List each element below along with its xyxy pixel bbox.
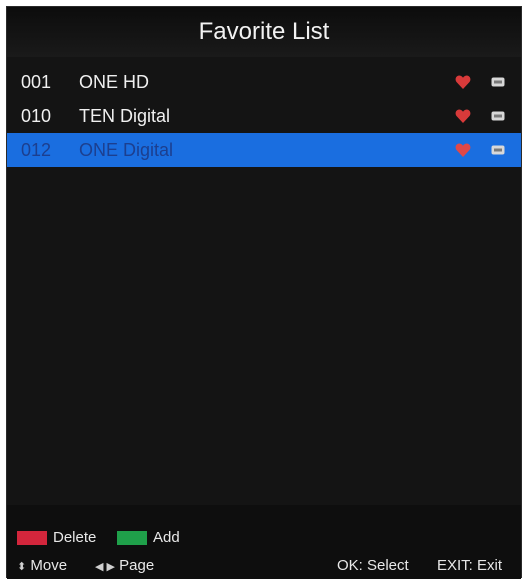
favorite-heart-icon xyxy=(455,109,471,123)
channel-number: 001 xyxy=(21,72,52,92)
favorite-heart-icon xyxy=(455,75,471,89)
left-right-arrows-icon: ◀ ▶ xyxy=(95,561,115,573)
ok-hint: OK: Select xyxy=(337,557,409,574)
channel-row-selected[interactable]: 012 ONE Digital xyxy=(7,133,521,167)
lock-icon xyxy=(491,145,505,155)
channel-name: ONE HD xyxy=(79,72,150,92)
exit-hint: EXIT: Exit xyxy=(437,557,503,574)
add-legend[interactable]: Add xyxy=(117,529,180,547)
delete-legend[interactable]: Delete xyxy=(17,529,96,547)
channel-name: ONE Digital xyxy=(79,140,174,160)
up-down-arrows-icon: ⬍ xyxy=(17,561,27,573)
page-hint: ◀ ▶ Page xyxy=(95,557,154,576)
help-bar: Delete Add ⬍ Move ◀ ▶ Page OK: Select EX… xyxy=(7,505,521,579)
page-title: Favorite List xyxy=(7,7,521,57)
channel-number: 010 xyxy=(21,106,52,126)
channel-name: TEN Digital xyxy=(79,106,171,126)
add-label: Add xyxy=(153,529,180,546)
move-hint: ⬍ Move xyxy=(17,557,67,576)
channel-list: 001 ONE HD 010 TEN Digital 012 ONE Digit xyxy=(7,65,521,167)
red-key-swatch xyxy=(17,531,47,546)
lock-icon xyxy=(491,77,505,87)
favorite-list-screen: Favorite List 001 ONE HD 010 TEN Digital xyxy=(6,6,522,579)
green-key-swatch xyxy=(117,531,147,546)
channel-row[interactable]: 001 ONE HD xyxy=(7,65,521,99)
delete-label: Delete xyxy=(53,529,97,546)
page-label: Page xyxy=(119,557,155,574)
move-label: Move xyxy=(30,557,68,574)
favorite-heart-icon xyxy=(455,143,471,157)
channel-number: 012 xyxy=(21,140,52,160)
lock-icon xyxy=(491,111,505,121)
channel-row[interactable]: 010 TEN Digital xyxy=(7,99,521,133)
